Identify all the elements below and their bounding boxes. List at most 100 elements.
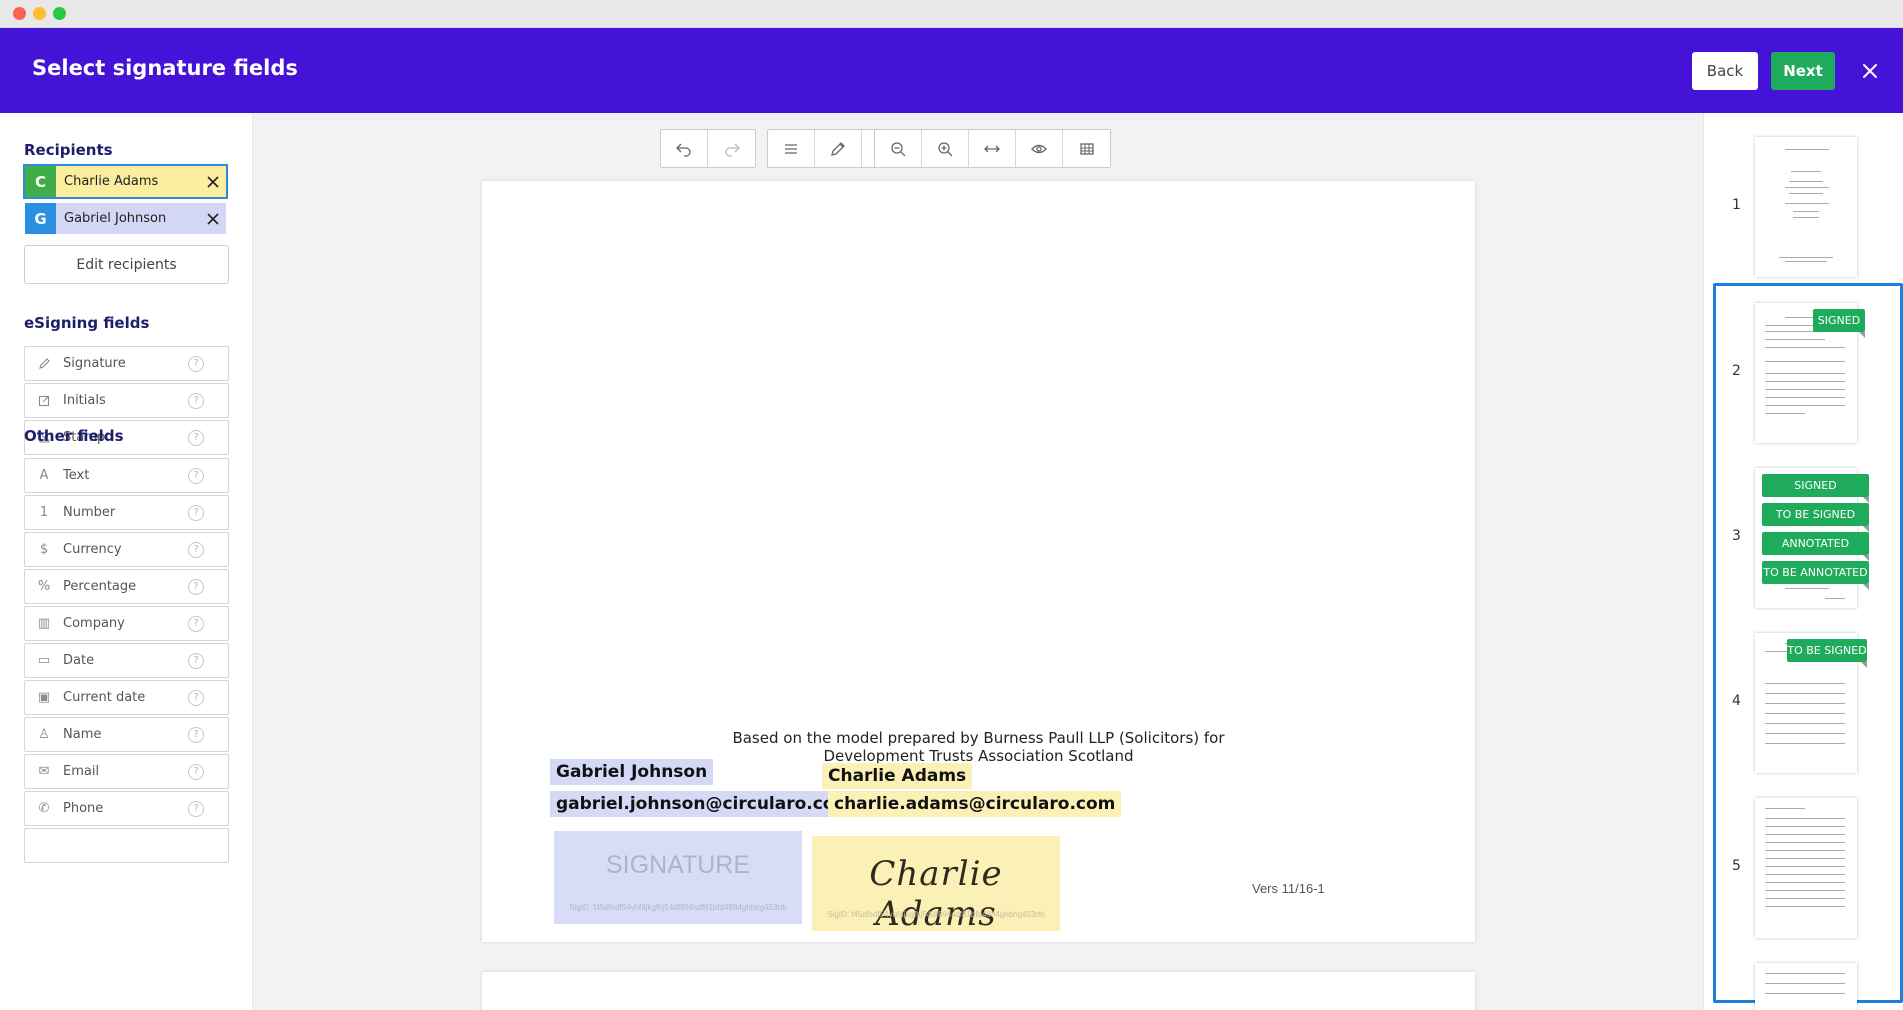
field-label: Currency: [63, 542, 122, 557]
charlie-email-field[interactable]: charlie.adams@circularo.com: [828, 791, 1122, 817]
field-label: Initials: [63, 393, 106, 408]
field-email[interactable]: ✉ Email ?: [24, 754, 229, 789]
maximize-window-button[interactable]: [53, 7, 66, 20]
help-icon[interactable]: ?: [188, 504, 204, 521]
calendar-icon: ▭: [37, 653, 51, 668]
field-percentage[interactable]: % Percentage ?: [24, 569, 229, 604]
gabriel-email-field[interactable]: gabriel.johnson@circularo.com: [550, 791, 859, 817]
status-badge: TO BE ANNOTATED: [1762, 561, 1869, 590]
zoom-in-icon[interactable]: [922, 130, 969, 167]
grid-icon[interactable]: [1063, 130, 1110, 167]
minimize-window-button[interactable]: [33, 7, 46, 20]
help-icon[interactable]: ?: [188, 429, 204, 446]
field-initials[interactable]: Initials ?: [24, 383, 229, 418]
charlie-name-field[interactable]: Charlie Adams: [822, 763, 973, 789]
help-icon[interactable]: ?: [188, 726, 204, 743]
recipient-charlie-adams[interactable]: C Charlie Adams: [23, 164, 228, 199]
close-icon[interactable]: [1857, 58, 1883, 84]
footer-line-1: Based on the model prepared by Burness P…: [732, 729, 1225, 747]
recipient-name: Charlie Adams: [64, 174, 159, 189]
recipients-title: Recipients: [24, 141, 113, 159]
text-icon: A: [39, 468, 49, 483]
thumbnail-page-5[interactable]: [1755, 798, 1857, 938]
thumbnail-number: 1: [1732, 197, 1741, 213]
thumbnail-number: 2: [1732, 363, 1741, 379]
signature-id: SigID: f45dfsdf54vhf4jkgfhj54df894sdf81b…: [827, 910, 1045, 919]
field-signature[interactable]: Signature ?: [24, 346, 229, 381]
signature-id: SigID: f45dfsdf54vhf4jkgfhj54df894sdf81b…: [569, 903, 787, 912]
back-button[interactable]: Back: [1692, 52, 1758, 90]
thumbnail-page-1[interactable]: [1755, 137, 1857, 277]
app-header: Select signature fields Back Next: [0, 28, 1903, 113]
currency-icon: $: [39, 542, 49, 557]
field-company[interactable]: ▥ Company ?: [24, 606, 229, 641]
document-page: Based on the model prepared by Burness P…: [482, 181, 1475, 942]
close-window-button[interactable]: [13, 7, 26, 20]
thumbnail-page-6[interactable]: [1755, 963, 1857, 1010]
edit-recipients-button[interactable]: Edit recipients: [24, 245, 229, 284]
phone-icon: ✆: [38, 801, 50, 816]
zoom-out-icon[interactable]: [875, 130, 922, 167]
person-icon: ♙: [38, 727, 50, 742]
thumbnail-number: 3: [1732, 528, 1741, 544]
envelope-icon: ✉: [38, 764, 50, 779]
field-current-date[interactable]: ▣ Current date ?: [24, 680, 229, 715]
field-label: Number: [63, 505, 116, 520]
field-phone[interactable]: ✆ Phone ?: [24, 791, 229, 826]
pen-icon: [25, 357, 63, 370]
field-label: Email: [63, 764, 100, 779]
fields-sidebar: Recipients C Charlie Adams G Gabriel Joh…: [0, 113, 253, 1010]
next-button[interactable]: Next: [1771, 52, 1835, 90]
other-fields-title: Other fields: [24, 427, 124, 445]
recipient-name: Gabriel Johnson: [64, 211, 167, 226]
help-icon[interactable]: ?: [188, 615, 204, 632]
field-text[interactable]: A Text ?: [24, 458, 229, 493]
field-date[interactable]: ▭ Date ?: [24, 643, 229, 678]
number-icon: 1: [39, 505, 49, 520]
help-icon[interactable]: ?: [188, 800, 204, 817]
menu-icon[interactable]: [768, 130, 815, 167]
fit-width-icon[interactable]: [969, 130, 1016, 167]
status-badge: TO BE SIGNED: [1762, 503, 1869, 532]
help-icon[interactable]: ?: [188, 541, 204, 558]
status-badge: SIGNED: [1813, 309, 1865, 338]
signature-placeholder: SIGNATURE: [606, 851, 750, 879]
status-badge: TO BE SIGNED: [1787, 639, 1867, 668]
help-icon[interactable]: ?: [188, 467, 204, 484]
building-icon: ▥: [37, 616, 51, 631]
remove-recipient-icon[interactable]: [200, 203, 226, 234]
window-titlebar: [0, 0, 1903, 28]
field-currency[interactable]: $ Currency ?: [24, 532, 229, 567]
undo-icon[interactable]: [661, 130, 708, 167]
calendar-check-icon: ▣: [37, 690, 51, 705]
thumbnail-number: 5: [1732, 858, 1741, 874]
field-label: Current date: [63, 690, 146, 705]
view-toolbar: [874, 129, 1111, 168]
field-label: Phone: [63, 801, 104, 816]
history-toolbar: [660, 129, 756, 168]
redo-icon[interactable]: [708, 130, 755, 167]
eye-icon[interactable]: [1016, 130, 1063, 167]
help-icon[interactable]: ?: [188, 689, 204, 706]
field-label: Signature: [63, 356, 126, 371]
field-name[interactable]: ♙ Name ?: [24, 717, 229, 752]
help-icon[interactable]: ?: [188, 763, 204, 780]
status-badge: ANNOTATED: [1762, 532, 1869, 561]
help-icon[interactable]: ?: [188, 392, 204, 409]
gabriel-signature-field[interactable]: SIGNATURE SigID: f45dfsdf54vhf4jkgfhj54d…: [554, 831, 802, 924]
page-thumbnails: 1 2 SIGNED 3 SIGNED TO BE SIGNED ANNOTAT…: [1703, 113, 1903, 1010]
pencil-icon[interactable]: [815, 130, 862, 167]
field-number[interactable]: 1 Number ?: [24, 495, 229, 530]
gabriel-name-field[interactable]: Gabriel Johnson: [550, 759, 714, 785]
document-canvas: Based on the model prepared by Burness P…: [253, 113, 1703, 1010]
document-page-next: [482, 972, 1475, 1010]
charlie-signature-field[interactable]: Charlie Adams SigID: f45dfsdf54vhf4jkgfh…: [812, 836, 1060, 934]
help-icon[interactable]: ?: [188, 652, 204, 669]
help-icon[interactable]: ?: [188, 355, 204, 372]
field-label: Percentage: [63, 579, 137, 594]
page-title: Select signature fields: [32, 56, 298, 80]
help-icon[interactable]: ?: [188, 578, 204, 595]
field-partial[interactable]: [24, 828, 229, 863]
remove-recipient-icon[interactable]: [200, 166, 226, 197]
recipient-gabriel-johnson[interactable]: G Gabriel Johnson: [25, 203, 226, 234]
